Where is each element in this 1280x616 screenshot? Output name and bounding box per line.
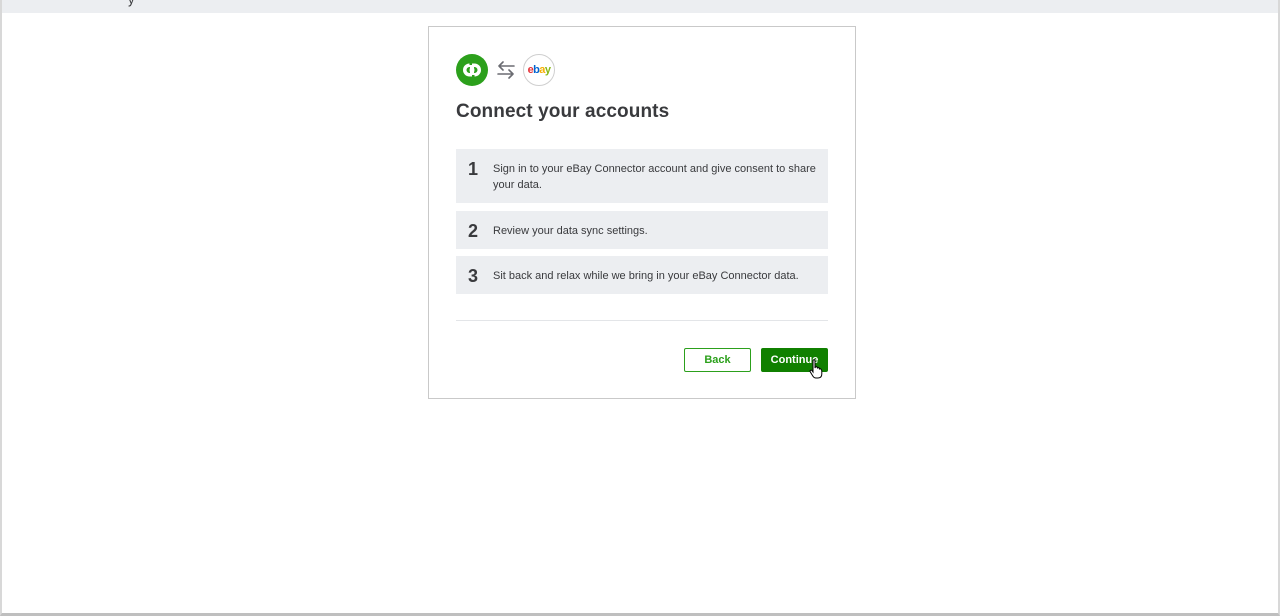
step-number: 1: [468, 159, 479, 179]
dialog-divider: [456, 320, 828, 321]
step-item: 2 Review your data sync settings.: [456, 211, 828, 249]
dialog-title: Connect your accounts: [456, 101, 670, 122]
top-bar: y: [2, 0, 1278, 13]
page: y ebay Connect your accounts: [0, 0, 1280, 616]
step-item: 3 Sit back and relax while we bring in y…: [456, 256, 828, 294]
connect-accounts-dialog: ebay Connect your accounts 1 Sign in to …: [428, 26, 856, 399]
quickbooks-logo-icon: [456, 54, 488, 86]
swap-arrows-icon: [496, 60, 516, 80]
connection-logos: ebay: [456, 54, 555, 86]
ebay-logo-icon: ebay: [523, 54, 555, 86]
step-number: 3: [468, 266, 479, 286]
top-bar-text-fragment: y: [128, 0, 135, 7]
step-item: 1 Sign in to your eBay Connector account…: [456, 149, 828, 203]
step-text: Review your data sync settings.: [493, 225, 648, 237]
step-text: Sign in to your eBay Connector account a…: [493, 163, 816, 191]
continue-button[interactable]: Continue: [761, 348, 828, 372]
steps-list: 1 Sign in to your eBay Connector account…: [456, 149, 828, 302]
step-number: 2: [468, 221, 479, 241]
back-button[interactable]: Back: [684, 348, 751, 372]
step-text: Sit back and relax while we bring in you…: [493, 270, 799, 282]
